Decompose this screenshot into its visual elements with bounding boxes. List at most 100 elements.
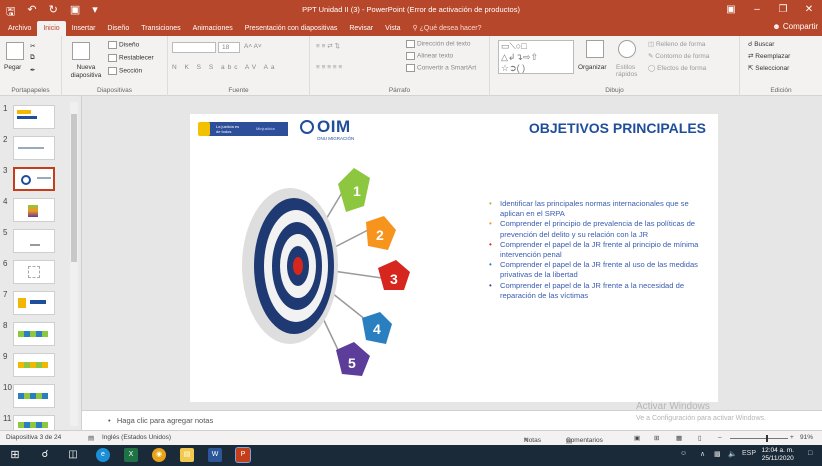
zoom-slider[interactable]	[730, 435, 788, 442]
search-icon[interactable]: ☌	[38, 448, 52, 462]
scrollbar-thumb[interactable]	[71, 114, 77, 262]
activation-watermark: Activar Windows	[636, 401, 710, 412]
font-size-combo[interactable]: 18	[218, 42, 240, 53]
clock[interactable]: 12:04 a. m. 25/11/2020	[761, 447, 794, 463]
excel-icon[interactable]: X	[124, 448, 138, 462]
zoom-slider-thumb[interactable]	[766, 435, 768, 442]
zoom-level[interactable]: 91%	[800, 434, 813, 441]
thumbnail-scrollbar[interactable]	[70, 102, 78, 426]
font-format-buttons[interactable]: N K S S abc AV Aa	[172, 64, 278, 71]
arrange-icon[interactable]	[586, 40, 604, 58]
thumbnail-5[interactable]: 5	[0, 228, 72, 258]
task-view-icon[interactable]: ◫	[66, 448, 80, 462]
activation-watermark-sub: Ve a Configuración para activar Windows.	[636, 415, 766, 422]
file-explorer-icon[interactable]: ▤	[180, 448, 194, 462]
cut-icon[interactable]: ✂	[30, 42, 35, 50]
font-name-combo[interactable]	[172, 42, 216, 53]
smartart-button[interactable]: Convertir a SmartArt	[406, 64, 476, 72]
window-controls: ▣ – ❐ ✕	[718, 0, 822, 20]
shape-fill-button[interactable]: ◫ Relleno de forma	[648, 40, 705, 48]
tray-chevron-icon[interactable]: ∧	[700, 450, 705, 458]
zoom-out-button[interactable]: –	[718, 434, 722, 441]
case-button[interactable]: Aa	[264, 64, 278, 71]
grow-font-icon[interactable]: A˄ A˅	[244, 43, 262, 50]
volume-icon[interactable]: 🔈	[728, 450, 737, 458]
network-icon[interactable]: ▩	[714, 450, 721, 458]
thumbnail-7[interactable]: 7	[0, 290, 72, 320]
tab-archivo[interactable]: Archivo	[2, 21, 37, 36]
shape-effects-button[interactable]: ◯ Efectos de forma	[648, 64, 706, 72]
italic-button[interactable]: K	[185, 64, 192, 71]
quick-styles-icon[interactable]	[618, 40, 636, 58]
shapes-gallery[interactable]: ▭⟍○□ △↲↴⇨⇧ ☆➲( )	[498, 40, 574, 74]
thumbnail-9[interactable]: 9	[0, 352, 72, 382]
thumbnail-4[interactable]: 4	[0, 197, 72, 227]
restore-button[interactable]: ❐	[770, 0, 796, 20]
thumbnail-2[interactable]: 2	[0, 135, 72, 165]
section-button[interactable]: Sección	[108, 67, 142, 75]
language-indicator[interactable]: Inglés (Estados Unidos)	[102, 434, 171, 441]
tab-insertar[interactable]: Insertar	[66, 21, 102, 36]
thumbnail-3[interactable]: 3	[0, 166, 72, 196]
powerpoint-icon[interactable]: P	[235, 447, 251, 463]
shape-outline-button[interactable]: ✎ Contorno de forma	[648, 52, 709, 60]
select-label: Seleccionar	[755, 65, 790, 72]
align-text-button[interactable]: Alinear texto	[406, 52, 453, 60]
tell-me-search[interactable]: ⚲ ¿Qué desea hacer?	[407, 21, 488, 36]
thumbnail-11[interactable]: 11	[0, 414, 72, 430]
reading-view-icon[interactable]: ▦	[676, 434, 682, 442]
bold-button[interactable]: N	[172, 64, 180, 71]
tab-revisar[interactable]: Revisar	[343, 21, 379, 36]
shadow-button[interactable]: S	[209, 64, 216, 71]
people-icon[interactable]: ☺	[680, 450, 687, 457]
reset-icon	[108, 54, 117, 62]
slide-sorter-icon[interactable]: ⊞	[654, 434, 659, 442]
paste-icon[interactable]	[6, 42, 24, 60]
thumbnail-1[interactable]: 1	[0, 104, 72, 134]
underline-button[interactable]: S	[197, 64, 204, 71]
word-icon[interactable]: W	[208, 448, 222, 462]
quick-styles-button[interactable]: Estilos rápidos	[616, 64, 640, 78]
layout-button[interactable]: Diseño	[108, 41, 139, 49]
normal-view-icon[interactable]: ▣	[634, 434, 640, 442]
thumbnail-6[interactable]: 6	[0, 259, 72, 289]
minimize-button[interactable]: –	[744, 0, 770, 20]
windows-start-icon[interactable]: ⊞	[8, 448, 22, 462]
tab-presentacion[interactable]: Presentación con diapositivas	[239, 21, 344, 36]
tab-diseno[interactable]: Diseño	[101, 21, 135, 36]
arrange-button[interactable]: Organizar	[578, 64, 607, 71]
spellcheck-icon[interactable]: ▤	[88, 434, 94, 442]
paste-button[interactable]: Pegar	[4, 64, 21, 71]
zoom-in-button[interactable]: +	[790, 434, 794, 441]
text-direction-button[interactable]: Dirección del texto	[406, 40, 470, 48]
thumbnail-8[interactable]: 8	[0, 321, 72, 351]
thumbnail-10[interactable]: 10	[0, 383, 72, 413]
notifications-icon[interactable]: □	[808, 450, 812, 457]
slideshow-icon[interactable]: ▯	[698, 434, 702, 442]
edge-icon[interactable]: e	[96, 448, 110, 462]
tab-inicio[interactable]: Inicio	[37, 21, 66, 36]
spacing-button[interactable]: AV	[245, 64, 259, 71]
align-buttons[interactable]: ≡ ≡ ≡ ≡ ≡	[316, 64, 342, 71]
find-button[interactable]: ☌ Buscar	[748, 40, 774, 48]
share-button[interactable]: ☻ Compartir	[772, 22, 818, 31]
reset-button[interactable]: Restablecer	[108, 54, 154, 62]
slide[interactable]: La justicia es de todos Minjusticia OIM …	[190, 114, 718, 402]
tab-animaciones[interactable]: Animaciones	[187, 21, 239, 36]
select-button[interactable]: ⇱ Seleccionar	[748, 64, 789, 72]
new-slide-icon[interactable]	[72, 42, 90, 60]
tab-vista[interactable]: Vista	[379, 21, 406, 36]
close-button[interactable]: ✕	[796, 0, 822, 20]
format-painter-icon[interactable]: ✒	[30, 66, 35, 74]
notes-placeholder[interactable]: • Haga clic para agregar notas	[108, 416, 213, 425]
strike-button[interactable]: abc	[221, 64, 240, 71]
ribbon-display-icon[interactable]: ▣	[718, 0, 744, 20]
chrome-icon[interactable]: ◉	[152, 448, 166, 462]
replace-button[interactable]: ⇄ Reemplazar	[748, 52, 790, 60]
replace-icon: ⇄	[748, 53, 754, 60]
list-buttons[interactable]: ≡ ≡ ⇄ ⇅	[316, 42, 340, 50]
tab-transiciones[interactable]: Transiciones	[135, 21, 186, 36]
input-language[interactable]: ESP	[742, 450, 756, 457]
copy-icon[interactable]: ⧉	[30, 54, 35, 62]
new-slide-button[interactable]: Nueva diapositiva	[66, 64, 106, 80]
